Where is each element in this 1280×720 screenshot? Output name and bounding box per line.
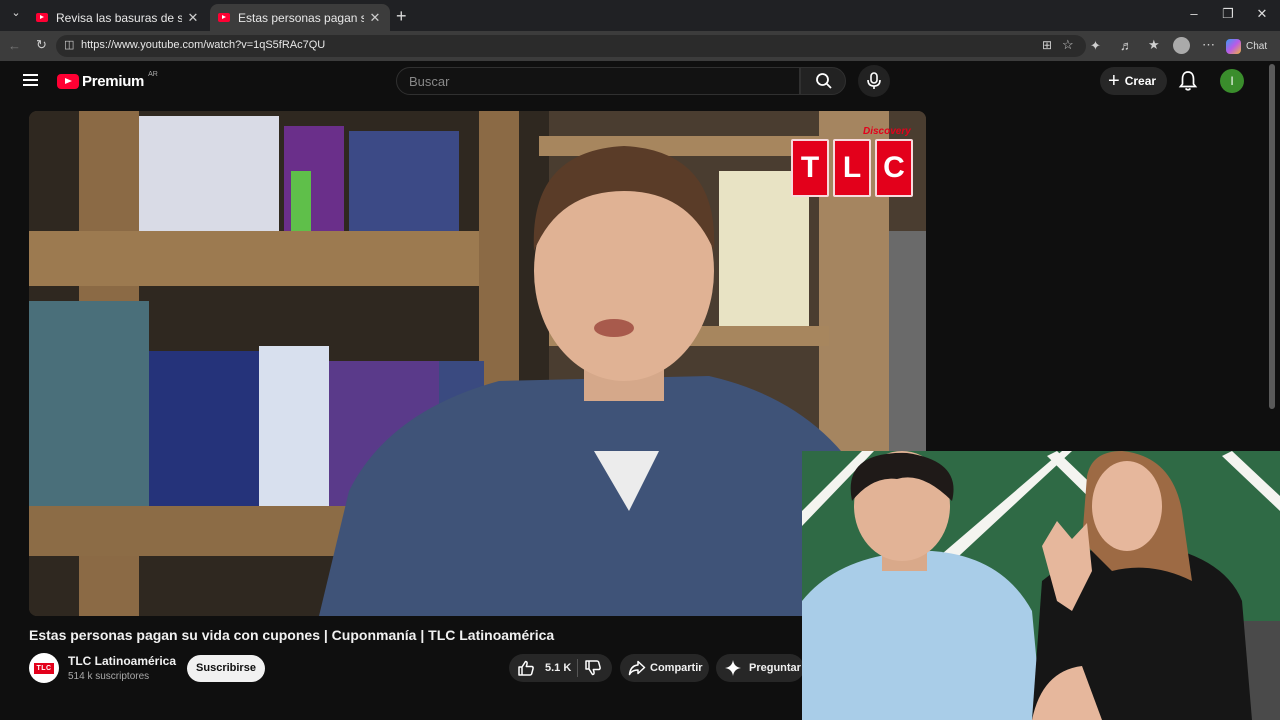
youtube-play-icon — [57, 74, 79, 89]
thumbs-up-icon — [518, 660, 534, 676]
share-label: Compartir — [650, 662, 703, 674]
youtube-favicon-icon — [36, 13, 48, 22]
logo-text: Premium — [82, 73, 145, 90]
minimize-button[interactable]: – — [1184, 6, 1204, 21]
video-title: Estas personas pagan su vida con cupones… — [29, 627, 555, 643]
thumbs-down-icon — [585, 660, 602, 676]
profile-icon[interactable] — [1173, 37, 1190, 54]
favorite-star-icon[interactable]: ☆ — [1062, 37, 1074, 53]
share-arrow-icon — [628, 660, 646, 676]
voice-search-button[interactable] — [858, 65, 890, 97]
tlc-letter-t: T — [791, 139, 829, 197]
channel-avatar-text: TLC — [34, 662, 54, 674]
tab-list-button[interactable]: ⌄ — [8, 6, 24, 24]
account-avatar[interactable]: I — [1220, 69, 1244, 93]
apps-icon[interactable]: ⊞ — [1042, 38, 1052, 52]
site-info-icon[interactable]: ◫ — [64, 38, 74, 51]
maximize-button[interactable]: ❐ — [1218, 6, 1238, 22]
menu-icon[interactable] — [23, 74, 38, 86]
youtube-favicon-icon — [218, 13, 230, 22]
share-button[interactable]: Compartir — [620, 654, 709, 682]
extensions-icon[interactable]: ✦ — [1090, 38, 1101, 54]
like-dislike-group: 5.1 K — [509, 654, 612, 682]
address-bar[interactable]: ◫ https://www.youtube.com/watch?v=1qS5fR… — [56, 35, 1086, 57]
more-menu-icon[interactable]: ⋯ — [1202, 37, 1215, 53]
browser-tab-bar: ⌄ Revisa las basuras de sus amigos p ✕ E… — [0, 0, 1280, 31]
tab-title: Revisa las basuras de sus amigos p — [56, 10, 182, 25]
ask-button[interactable]: Preguntar — [716, 654, 804, 682]
close-tab-icon[interactable]: ✕ — [368, 10, 382, 26]
subscribe-button[interactable]: Suscribirse — [187, 655, 265, 682]
sparkle-icon — [725, 660, 741, 676]
microphone-icon — [867, 72, 881, 89]
search-button[interactable] — [800, 67, 846, 95]
back-button[interactable]: ← — [8, 38, 21, 53]
new-tab-button[interactable]: + — [396, 6, 407, 27]
search-icon — [816, 73, 832, 89]
copilot-chat-button[interactable]: Chat — [1226, 36, 1267, 56]
copilot-icon — [1226, 38, 1241, 54]
webcam-overlay — [802, 451, 1280, 720]
video-player[interactable]: T L C Discovery — [29, 111, 926, 616]
page-scrollbar[interactable] — [1269, 64, 1275, 409]
channel-name[interactable]: TLC Latinoamérica — [68, 654, 176, 668]
url-text: https://www.youtube.com/watch?v=1qS5fRAc… — [81, 39, 326, 51]
plus-icon: + — [1108, 70, 1120, 92]
subscriber-count: 514 k suscriptores — [68, 671, 150, 682]
youtube-logo[interactable]: Premium AR — [57, 71, 158, 90]
close-window-button[interactable]: ✕ — [1252, 6, 1272, 22]
like-divider — [577, 659, 579, 677]
webcam-image — [802, 451, 1280, 720]
tlc-letter-l: L — [833, 139, 871, 197]
create-label: Crear — [1124, 74, 1157, 88]
search-input[interactable] — [409, 74, 789, 89]
chat-label: Chat — [1246, 40, 1268, 52]
browser-tab-2-active[interactable]: Estas personas pagan su vida con c ✕ — [210, 4, 390, 31]
discovery-brand: Discovery — [863, 126, 911, 137]
channel-avatar[interactable]: TLC — [29, 653, 59, 683]
tlc-letter-c: C — [875, 139, 913, 197]
media-icon[interactable]: ♬ — [1120, 38, 1133, 53]
browser-tab-1[interactable]: Revisa las basuras de sus amigos p ✕ — [28, 4, 208, 31]
tab-title: Estas personas pagan su vida con c — [238, 10, 364, 25]
browser-toolbar: ← ↻ ◫ https://www.youtube.com/watch?v=1q… — [0, 31, 1280, 61]
like-count: 5.1 K — [545, 662, 572, 674]
country-code: AR — [148, 71, 158, 78]
search-box — [396, 67, 800, 95]
notifications-bell-icon[interactable] — [1178, 70, 1198, 92]
reload-button[interactable]: ↻ — [36, 37, 47, 53]
like-button[interactable]: 5.1 K — [509, 659, 571, 677]
dislike-button[interactable] — [584, 659, 602, 677]
youtube-page: Premium AR + Crear I — [0, 61, 1280, 720]
ask-label: Preguntar — [749, 662, 801, 674]
close-tab-icon[interactable]: ✕ — [186, 10, 200, 26]
favorites-icon[interactable]: ★ — [1148, 37, 1160, 53]
create-button[interactable]: + Crear — [1100, 67, 1167, 95]
